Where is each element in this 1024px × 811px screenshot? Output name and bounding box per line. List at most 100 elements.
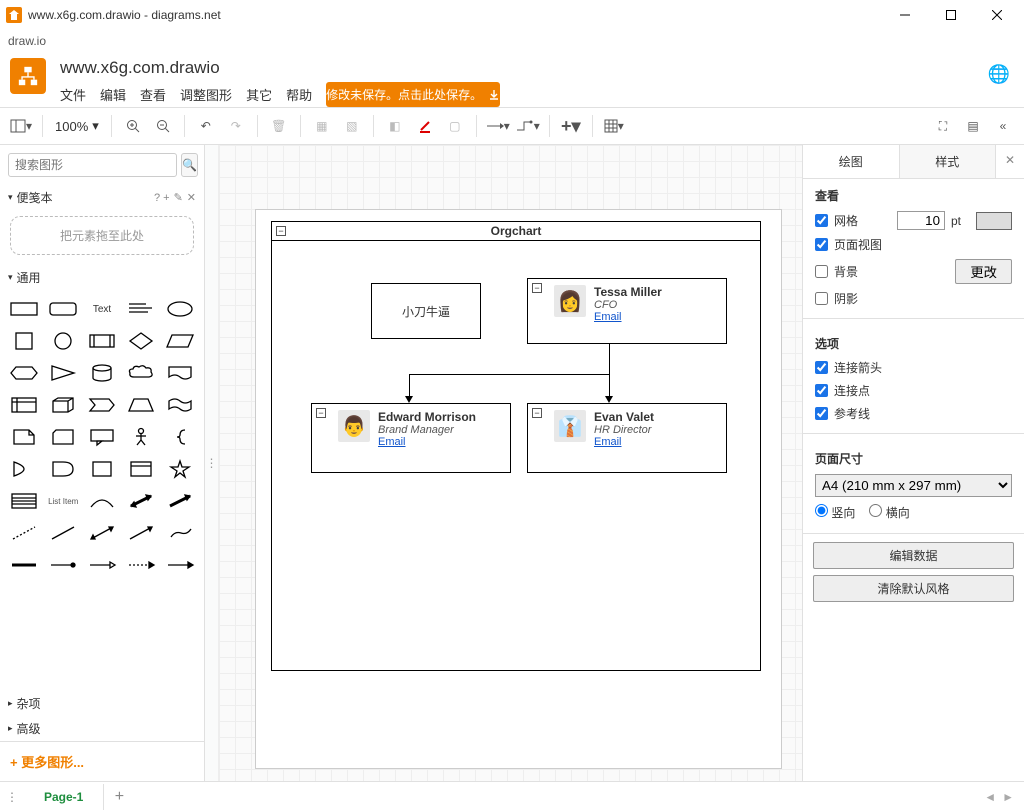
collapse-button[interactable]: « [990,113,1016,139]
shape-star[interactable] [163,456,196,482]
menu-other[interactable]: 其它 [246,83,272,106]
shape-text[interactable]: Text [86,296,119,322]
scratchpad-help[interactable]: ? + [154,192,170,204]
landscape-radio[interactable]: 横向 [869,504,909,521]
shape-curve[interactable] [86,488,119,514]
conn-arrows-checkbox[interactable] [815,361,828,374]
tab-draw[interactable]: 绘图 [803,145,900,178]
shape-process[interactable] [86,328,119,354]
shape-parallelogram[interactable] [163,328,196,354]
tofront-button[interactable]: ▦ [309,113,335,139]
menu-adjust[interactable]: 调整图形 [180,83,232,106]
guides-checkbox[interactable] [815,407,828,420]
close-button[interactable] [974,0,1020,30]
shape-curly[interactable] [163,424,196,450]
shape-cylinder[interactable] [86,360,119,386]
shape-hexagon[interactable] [8,360,41,386]
zoom-out-button[interactable] [150,113,176,139]
scratchpad-edit-icon[interactable]: ✎ [174,191,183,204]
shadow-checkbox[interactable] [815,292,828,305]
pageview-checkbox[interactable] [815,238,828,251]
splitter-handle[interactable]: ⋮ [205,145,219,781]
shape-circle[interactable] [47,328,80,354]
node-evan[interactable]: − 👔 Evan Valet HR Director Email [527,403,727,473]
maximize-button[interactable] [928,0,974,30]
page-tab[interactable]: Page-1 [24,784,104,810]
minimize-button[interactable] [882,0,928,30]
shape-roundrect[interactable] [47,296,80,322]
shape-square[interactable] [8,328,41,354]
shape-arrow[interactable] [163,488,196,514]
shape-or[interactable] [8,456,41,482]
shape-tape[interactable] [163,392,196,418]
misc-header[interactable]: ▸杂项 [0,691,204,716]
page-prev-button[interactable]: ◄ [984,790,996,804]
shape-hline-thick[interactable] [8,552,41,578]
node-tessa[interactable]: − 👩 Tessa Miller CFO Email [527,278,727,344]
scratchpad-dropzone[interactable]: 把元素拖至此处 [10,216,194,255]
search-input[interactable] [8,153,177,177]
menu-edit[interactable]: 编辑 [100,83,126,106]
fullscreen-button[interactable]: ⛶ [930,113,956,139]
edit-data-button[interactable]: 编辑数据 [813,542,1014,569]
shape-cube[interactable] [47,392,80,418]
shape-note[interactable] [8,424,41,450]
grid-checkbox[interactable] [815,214,828,227]
shape-triangle[interactable] [47,360,80,386]
shape-container[interactable] [124,456,157,482]
shape-callout[interactable] [86,424,119,450]
pagesize-select[interactable]: A4 (210 mm x 297 mm) [815,474,1012,497]
insert-button[interactable]: +▾ [558,113,584,139]
shape-textbox[interactable] [124,296,157,322]
pages-menu-button[interactable]: ⋮ [0,790,24,804]
delete-button[interactable]: 🗑 [266,113,292,139]
linecolor-button[interactable] [412,113,438,139]
email-link[interactable]: Email [594,311,662,323]
search-button[interactable]: 🔍 [181,153,198,177]
menu-view[interactable]: 查看 [140,83,166,106]
node-edward[interactable]: − 👨 Edward Morrison Brand Manager Email [311,403,511,473]
shape-hconn4[interactable] [163,552,196,578]
shape-hconn1[interactable] [47,552,80,578]
email-link[interactable]: Email [594,436,654,448]
unsaved-warning[interactable]: 修改未保存。点击此处保存。 [326,82,500,107]
shape-internal[interactable] [8,392,41,418]
toback-button[interactable]: ▧ [339,113,365,139]
fold-icon[interactable]: − [276,226,286,236]
fold-icon[interactable]: − [316,408,326,418]
shape-hconn2[interactable] [86,552,119,578]
shadow-button[interactable]: ▢ [442,113,468,139]
format-toggle-button[interactable]: ▤ [960,113,986,139]
shape-item[interactable]: List Item [47,488,80,514]
change-bg-button[interactable]: 更改 [955,259,1012,284]
grid-color-swatch[interactable] [976,212,1012,230]
language-icon[interactable]: 🌐 [988,64,1010,85]
shape-dash-line[interactable] [8,520,41,546]
shape-trapezoid[interactable] [124,392,157,418]
shape-link[interactable] [163,520,196,546]
zoom-level[interactable]: 100% ▾ [51,118,103,134]
shape-datastore[interactable] [86,456,119,482]
scratchpad-header[interactable]: ▾便笺本 ? + ✎ ✕ [0,185,204,210]
redo-button[interactable]: ↷ [223,113,249,139]
waypoint-button[interactable]: ▾ [515,113,541,139]
general-header[interactable]: ▾通用 [0,265,204,290]
shape-bidir-arrow[interactable] [124,488,157,514]
shape-cloud[interactable] [124,360,157,386]
conn-points-checkbox[interactable] [815,384,828,397]
menu-help[interactable]: 帮助 [286,83,312,106]
shape-document[interactable] [163,360,196,386]
canvas[interactable]: − Orgchart 小刀牛逼 − 👩 Tessa Miller CFO Ema… [219,145,802,781]
email-link[interactable]: Email [378,436,476,448]
shape-bidir-thin[interactable] [86,520,119,546]
shape-dir-line[interactable] [124,520,157,546]
add-page-button[interactable]: + [104,788,134,806]
shape-ellipse[interactable] [163,296,196,322]
shape-and[interactable] [47,456,80,482]
page-next-button[interactable]: ► [1002,790,1014,804]
clear-style-button[interactable]: 清除默认风格 [813,575,1014,602]
scratchpad-close-icon[interactable]: ✕ [187,191,196,204]
background-checkbox[interactable] [815,265,828,278]
shape-step[interactable] [86,392,119,418]
zoom-in-button[interactable] [120,113,146,139]
